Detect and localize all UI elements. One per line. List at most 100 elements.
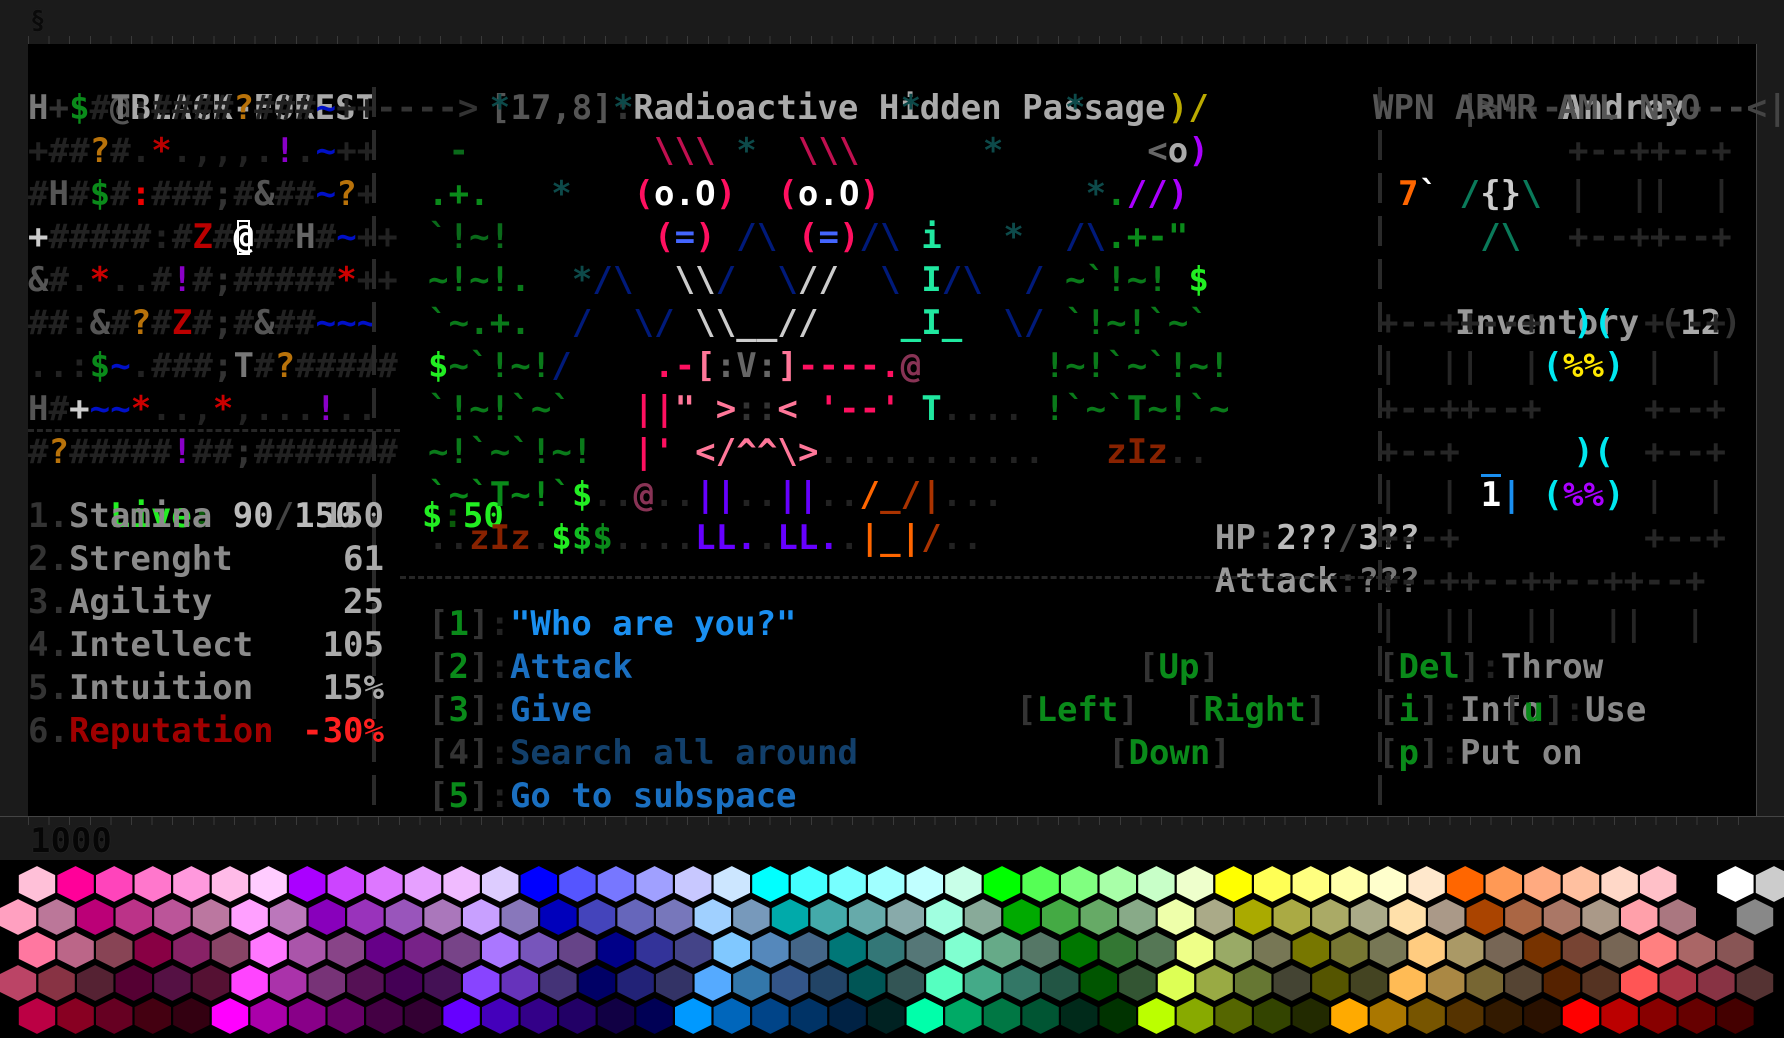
palette-swatch[interactable] [615,896,656,938]
palette-swatch[interactable] [1001,896,1042,938]
palette-swatch[interactable] [132,863,173,905]
stat-row[interactable]: 1.Stamina 150 [28,495,384,538]
palette-swatch[interactable] [924,896,965,938]
palette-swatch[interactable] [441,929,482,971]
palette-swatch[interactable] [113,962,154,1004]
palette-swatch[interactable] [673,929,714,971]
palette-swatch[interactable] [1406,929,1447,971]
palette-swatch[interactable] [36,962,77,1004]
palette-swatch[interactable] [1059,929,1100,971]
palette-swatch[interactable] [1290,863,1331,905]
palette-swatch[interactable] [1560,929,1602,971]
palette-swatch[interactable] [94,863,135,905]
palette-swatch[interactable] [885,962,926,1004]
palette-swatch[interactable] [576,962,618,1004]
palette-swatch[interactable] [1233,896,1274,938]
palette-swatch[interactable] [1367,863,1409,905]
dir-up-button[interactable]: [Up] [1138,646,1220,689]
palette-swatch[interactable] [1676,995,1717,1037]
inventory-action-p[interactable]: [p]:Put on [1378,732,1583,775]
palette-swatch[interactable] [576,896,618,938]
palette-swatch[interactable] [538,896,579,938]
palette-swatch[interactable] [325,995,366,1037]
palette-swatch[interactable] [1097,929,1138,971]
palette-swatch[interactable] [943,929,984,971]
palette-swatch[interactable] [1734,962,1776,1004]
palette-swatch[interactable] [557,929,598,971]
stat-row[interactable]: 2.Strenght 61 [28,538,384,581]
palette-swatch[interactable] [248,995,289,1037]
palette-swatch[interactable] [268,962,309,1004]
palette-swatch[interactable] [1619,962,1660,1004]
palette-swatch[interactable] [402,929,444,971]
palette-swatch[interactable] [1117,896,1158,938]
palette-swatch[interactable] [1426,962,1467,1004]
palette-swatch[interactable] [364,929,405,971]
palette-swatch[interactable] [1445,995,1486,1037]
palette-swatch[interactable] [190,896,232,938]
palette-swatch[interactable] [673,995,714,1037]
palette-swatch[interactable] [268,896,309,938]
palette-swatch[interactable] [1483,863,1524,905]
palette-swatch[interactable] [1290,995,1331,1037]
palette-swatch[interactable] [1560,863,1602,905]
palette-swatch[interactable] [1194,896,1235,938]
palette-swatch[interactable] [36,896,77,938]
palette-swatch[interactable] [171,929,212,971]
palette-swatch[interactable] [654,962,695,1004]
palette-swatch[interactable] [731,962,772,1004]
palette-swatch[interactable] [55,929,96,971]
palette-swatch[interactable] [595,929,637,971]
palette-swatch[interactable] [1348,896,1390,938]
palette-swatch[interactable] [1155,962,1197,1004]
palette-swatch[interactable] [1213,863,1254,905]
palette-swatch[interactable] [345,962,386,1004]
palette-swatch[interactable] [229,962,270,1004]
palette-swatch[interactable] [1676,929,1717,971]
palette-swatch[interactable] [1503,896,1544,938]
palette-swatch[interactable] [1290,929,1331,971]
palette-swatch[interactable] [499,962,540,1004]
palette-swatch[interactable] [634,929,675,971]
palette-swatch[interactable] [1078,962,1119,1004]
palette-swatch[interactable] [1638,863,1679,905]
palette-swatch[interactable] [518,995,559,1037]
palette-swatch[interactable] [287,863,328,905]
palette-swatch[interactable] [209,929,251,971]
palette-swatch[interactable] [209,863,251,905]
palette-swatch[interactable] [962,896,1004,938]
palette-swatch[interactable] [1059,995,1100,1037]
palette-swatch[interactable] [1136,863,1177,905]
palette-swatch[interactable] [1155,896,1197,938]
palette-swatch[interactable] [1213,929,1254,971]
palette-swatch[interactable] [1174,929,1216,971]
palette-swatch[interactable] [1117,962,1158,1004]
palette-swatch[interactable] [1271,896,1312,938]
palette-swatch[interactable] [1753,863,1784,905]
palette-swatch[interactable] [1040,896,1081,938]
palette-swatch[interactable] [1387,896,1428,938]
palette-swatch[interactable] [750,863,791,905]
palette-swatch[interactable] [1406,995,1447,1037]
palette-swatch[interactable] [962,962,1004,1004]
dialog-option-5[interactable]: [5]:Go to subspace [428,775,797,818]
palette-swatch[interactable] [1734,896,1776,938]
palette-swatch[interactable] [1310,896,1351,938]
palette-swatch[interactable] [1599,863,1640,905]
palette-swatch[interactable] [981,929,1023,971]
palette-swatch[interactable] [1252,995,1293,1037]
palette-swatch[interactable] [248,863,289,905]
palette-swatch[interactable] [866,995,907,1037]
palette-swatch[interactable] [1560,995,1602,1037]
palette-swatch[interactable] [634,995,675,1037]
palette-swatch[interactable] [441,995,482,1037]
palette-swatch[interactable] [1174,995,1216,1037]
palette-swatch[interactable] [1097,995,1138,1037]
palette-swatch[interactable] [94,929,135,971]
dir-down-button[interactable]: [Down] [1108,732,1231,775]
palette-swatch[interactable] [402,995,444,1037]
palette-swatch[interactable] [518,929,559,971]
palette-swatch[interactable] [94,995,135,1037]
inventory-action-u[interactable]: [u]:Use [1503,689,1646,732]
palette-swatch[interactable] [402,863,444,905]
